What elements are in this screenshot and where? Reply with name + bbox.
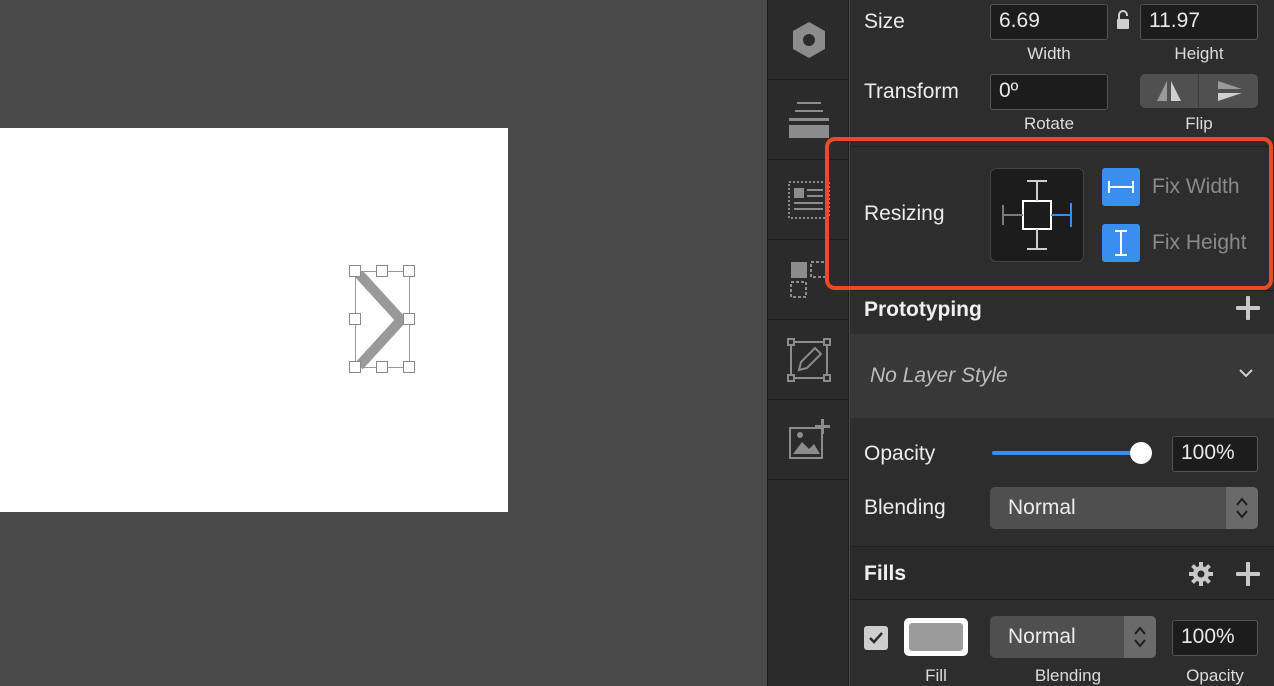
tool-align[interactable]: [768, 80, 849, 160]
lock-icon[interactable]: [1115, 9, 1131, 31]
opacity-label: Opacity: [864, 442, 936, 465]
flip-horizontal-icon: [1157, 81, 1181, 101]
check-icon: [869, 632, 883, 644]
fill-enabled-checkbox[interactable]: [864, 626, 888, 650]
fix-height-icon: [1115, 230, 1127, 256]
width-caption: Width: [1027, 44, 1071, 63]
layer-style-row[interactable]: No Layer Style: [850, 334, 1274, 418]
fills-title: Fills: [864, 562, 907, 585]
resize-handle-bottom-left[interactable]: [349, 361, 361, 373]
tool-symbol[interactable]: [768, 0, 849, 80]
gear-icon[interactable]: [1188, 561, 1214, 587]
blending-stepper[interactable]: [1226, 487, 1258, 529]
artboard[interactable]: [0, 128, 508, 512]
resizing-label: Resizing: [864, 202, 945, 225]
opacity-slider-fill: [992, 451, 1140, 455]
resizing-constraint-widget[interactable]: [990, 168, 1084, 262]
height-input[interactable]: 11.97: [1140, 4, 1258, 40]
rotate-caption: Rotate: [1023, 114, 1075, 133]
fill-blending-value: Normal: [1008, 625, 1076, 648]
fill-blending-caption: Blending: [1034, 666, 1102, 685]
opacity-slider-thumb[interactable]: [1130, 442, 1152, 464]
up-down-arrows-icon: [1236, 497, 1248, 519]
flip-horizontal-button[interactable]: [1140, 74, 1199, 108]
resize-handle-top-left[interactable]: [349, 265, 361, 277]
up-down-arrows-icon: [1134, 626, 1146, 648]
fill-color-well[interactable]: [904, 618, 968, 656]
fill-blending-select[interactable]: Normal: [990, 616, 1156, 658]
fix-width-icon: [1108, 181, 1134, 193]
add-image-icon: [788, 418, 830, 459]
layer-style-dropdown[interactable]: No Layer Style: [870, 364, 1008, 388]
fill-caption: Fill: [925, 666, 947, 685]
text-layout-icon: [787, 180, 830, 219]
fill-opacity-input[interactable]: 100%: [1172, 620, 1258, 656]
tool-add-image[interactable]: [768, 400, 849, 480]
resize-handle-right[interactable]: [403, 313, 415, 325]
rotate-input[interactable]: 0º: [990, 74, 1108, 110]
fill-color-swatch: [909, 623, 963, 651]
flip-vertical-icon: [1217, 81, 1242, 101]
flip-vertical-button[interactable]: [1199, 74, 1258, 108]
tool-components[interactable]: [768, 240, 849, 320]
fix-width-label[interactable]: Fix Width: [1152, 175, 1240, 199]
size-label: Size: [864, 10, 905, 33]
prototyping-title: Prototyping: [864, 298, 982, 321]
resize-handle-top-right[interactable]: [403, 265, 415, 277]
tool-text-layout[interactable]: [768, 160, 849, 240]
components-icon: [789, 260, 827, 298]
blending-select-value: Normal: [1008, 496, 1076, 519]
align-icon: [788, 101, 829, 138]
blending-select[interactable]: Normal: [990, 487, 1258, 529]
canvas[interactable]: [0, 0, 767, 686]
fix-width-button[interactable]: [1102, 168, 1140, 206]
opacity-input[interactable]: 100%: [1172, 436, 1258, 472]
tool-column: [767, 0, 849, 686]
prototyping-add-icon[interactable]: [1236, 296, 1260, 320]
fix-height-button[interactable]: [1102, 224, 1140, 262]
flip-control: [1140, 74, 1258, 108]
inspector-panel: Size 6.69 11.97 Width Height Transform 0…: [850, 0, 1274, 686]
flip-caption: Flip: [1185, 114, 1213, 133]
chevron-down-icon[interactable]: [1238, 368, 1254, 378]
constraint-diagram: [1002, 180, 1072, 250]
selection-box: [355, 271, 410, 368]
edit-shape-icon: [786, 337, 831, 382]
resize-handle-bottom-right[interactable]: [403, 361, 415, 373]
fills-add-icon[interactable]: [1236, 562, 1260, 586]
fill-opacity-caption: Opacity: [1186, 666, 1244, 685]
tool-edit-shape[interactable]: [768, 320, 849, 400]
transform-label: Transform: [864, 80, 959, 103]
opacity-slider[interactable]: [992, 442, 1152, 464]
resize-handle-left[interactable]: [349, 313, 361, 325]
resize-handle-top[interactable]: [376, 265, 388, 277]
fill-blending-stepper[interactable]: [1124, 616, 1156, 658]
resize-handle-bottom[interactable]: [376, 361, 388, 373]
blending-label: Blending: [864, 496, 946, 519]
fix-height-label[interactable]: Fix Height: [1152, 231, 1247, 255]
width-input[interactable]: 6.69: [990, 4, 1108, 40]
height-caption: Height: [1174, 44, 1224, 63]
symbol-hex-icon: [792, 21, 825, 58]
